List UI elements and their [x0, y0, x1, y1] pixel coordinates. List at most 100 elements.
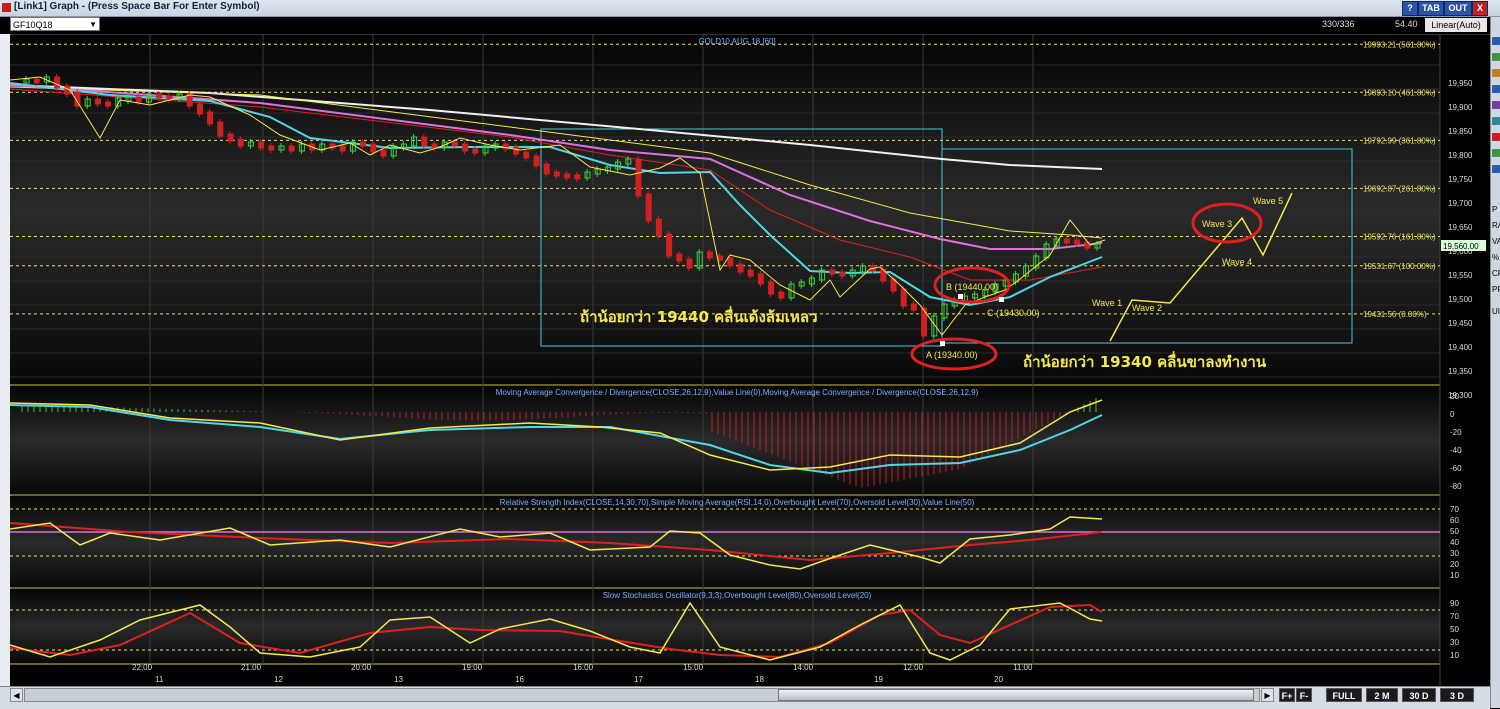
sidebar-tool-icon[interactable]	[1492, 133, 1500, 141]
price-tick: 19,650	[1448, 223, 1473, 232]
help-button[interactable]: ?	[1402, 1, 1418, 16]
scale-mode-selector[interactable]: Linear(Auto)	[1425, 18, 1487, 32]
candle-body	[1074, 239, 1081, 245]
stoch-tick: 30	[1450, 638, 1459, 647]
range-30d-button[interactable]: 30 D	[1402, 688, 1436, 702]
candle-body	[33, 78, 40, 84]
candle-body	[370, 143, 377, 153]
sidebar-label: PR	[1492, 285, 1500, 294]
range-3d-button[interactable]: 3 D	[1440, 688, 1474, 702]
full-range-button[interactable]: FULL	[1326, 688, 1362, 702]
candle-body	[513, 146, 520, 155]
candle-body	[880, 268, 887, 282]
fib-level-label: 19893.10 (461.80%)	[1363, 88, 1436, 97]
candle-body	[910, 303, 917, 311]
date-label: 19	[874, 675, 883, 684]
sidebar-label: %	[1492, 253, 1500, 262]
date-label: 13	[394, 675, 403, 684]
candle-body	[747, 269, 754, 277]
stoch-tick: 70	[1450, 612, 1459, 621]
fib-level-label: 19592.76 (161.80%)	[1363, 232, 1436, 241]
chart-area[interactable]: GOLD10 AUG 18 [60] Moving Average Conver…	[10, 35, 1488, 686]
candle-body	[258, 141, 265, 149]
candle-body	[686, 258, 693, 269]
candle-body	[360, 141, 367, 147]
chevron-down-icon[interactable]: ▼	[89, 18, 97, 32]
fib-level-label: 19792.99 (361.80%)	[1363, 136, 1436, 145]
candle-body	[727, 257, 734, 267]
time-label: 16:00	[573, 663, 594, 672]
sidebar-tool-icon[interactable]	[1492, 85, 1500, 93]
candle-body	[462, 143, 469, 152]
candle-body	[227, 133, 234, 142]
sidebar-tool-icon[interactable]	[1492, 37, 1500, 45]
rsi-tick: 20	[1450, 560, 1459, 569]
scrollbar-thumb[interactable]	[778, 689, 1254, 701]
price-tick: 19,400	[1448, 343, 1473, 352]
sidebar-tool-icon[interactable]	[1492, 69, 1500, 77]
time-label: 11:00	[1013, 663, 1033, 672]
wave-5-label: Wave 5	[1253, 196, 1283, 206]
title-bar: [Link1] Graph - (Press Space Bar For Ent…	[0, 0, 1500, 17]
candle-body	[778, 291, 785, 299]
sidebar-tool-icon[interactable]	[1492, 117, 1500, 125]
candle-body	[564, 173, 571, 179]
candle-body	[451, 141, 458, 147]
sidebar-tool-icon[interactable]	[1492, 101, 1500, 109]
time-label: 19:00	[462, 663, 483, 672]
stoch-tick: 50	[1450, 625, 1459, 634]
chart-toolbar	[0, 17, 1490, 35]
candle-body	[237, 138, 244, 147]
candle-body	[553, 171, 560, 177]
candle-body	[431, 143, 438, 149]
candle-body	[268, 145, 275, 151]
annotation-bounce-fail: ถ้าน้อยกว่า 19440 คลื่นเด้งล้มเหลว	[580, 306, 818, 326]
macd-tick: -20	[1450, 428, 1462, 437]
price-tick: 19,550	[1448, 271, 1473, 280]
candle-body	[645, 193, 652, 222]
date-label: 18	[755, 675, 764, 684]
symbol-input[interactable]: GF10Q18 ▼	[10, 17, 100, 31]
sidebar-tool-icon[interactable]	[1492, 149, 1500, 157]
candle-body	[380, 149, 387, 157]
fib-level-label: 19431.56 (0.00%)	[1363, 310, 1427, 319]
wave-3-label: Wave 3	[1202, 219, 1232, 229]
candle-body	[421, 136, 428, 147]
price-tick: 19,350	[1448, 367, 1473, 376]
symbol-value: GF10Q18	[13, 20, 53, 30]
candle-body	[523, 151, 530, 159]
rsi-tick: 10	[1450, 571, 1459, 580]
zoom-out-button[interactable]: F-	[1296, 688, 1312, 702]
window-title: [Link1] Graph - (Press Space Bar For Ent…	[14, 1, 260, 12]
point-b-marker	[958, 294, 963, 299]
scroll-left-button[interactable]: ◀	[10, 688, 23, 702]
range-2m-button[interactable]: 2 M	[1366, 688, 1398, 702]
close-button[interactable]: X	[1472, 1, 1488, 16]
candle-body	[1084, 241, 1091, 249]
time-label: 22:00	[132, 663, 153, 672]
candle-body	[737, 263, 744, 273]
sidebar-label: UI	[1492, 307, 1500, 316]
candle-body	[706, 251, 713, 259]
tab-button[interactable]: TAB	[1418, 1, 1444, 16]
sidebar-tool-icon[interactable]	[1492, 165, 1500, 173]
price-tick: 19,950	[1448, 79, 1473, 88]
scroll-right-button[interactable]: ▶	[1261, 688, 1274, 702]
annotation-downtrend: ถ้าน้อยกว่า 19340 คลื่นขาลงทำงาน	[1023, 351, 1267, 371]
candle-body	[105, 101, 112, 107]
fib-level-label: 19692.87 (261.80%)	[1363, 184, 1436, 193]
candle-body	[156, 93, 163, 99]
price-tick: 19,850	[1448, 127, 1473, 136]
rsi-tick: 50	[1450, 527, 1459, 536]
candle-body	[757, 273, 764, 285]
wave-2-label: Wave 2	[1132, 303, 1162, 313]
out-button[interactable]: OUT	[1444, 1, 1472, 16]
sidebar-label: VA	[1492, 237, 1500, 246]
sidebar-tool-icon[interactable]	[1492, 53, 1500, 61]
point-a-marker	[940, 341, 945, 346]
date-label: 16	[515, 675, 524, 684]
candle-body	[54, 76, 61, 89]
rsi-tick: 70	[1450, 505, 1459, 514]
zoom-in-button[interactable]: F+	[1279, 688, 1295, 702]
candle-body	[666, 233, 673, 257]
